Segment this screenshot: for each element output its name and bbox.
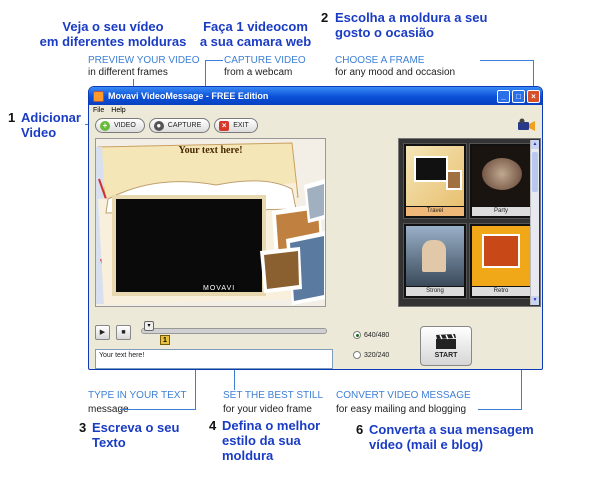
play-button[interactable]: ▶: [95, 325, 110, 340]
still-caption-sub: for your video frame: [223, 404, 312, 415]
frame-thumb-party[interactable]: Party: [469, 143, 533, 219]
travel-frame-image: [406, 146, 464, 206]
preview-caption-en: PREVIEW YOUR VIDEO: [88, 55, 200, 66]
add-annotation-pt-text: Adicionar Video: [21, 110, 81, 140]
radio-320[interactable]: [353, 351, 361, 359]
frame-artwork: [96, 139, 325, 306]
frame-annotation-pt-text: Escolha a moldura a seu gosto o ocasião: [335, 10, 488, 40]
video-button[interactable]: + VIDEO: [95, 118, 145, 133]
connector-capture-h: [205, 60, 223, 61]
still-annotation-pt-text: Defina o melhor estilo da sua moldura: [222, 418, 321, 463]
capture-annotation-pt: Faça 1 videocom a sua camara web: [193, 19, 318, 49]
frame-text-overlay: Your text here!: [178, 145, 243, 156]
start-button[interactable]: START: [420, 326, 472, 366]
movavi-watermark: MOVAVI: [200, 285, 239, 292]
frame-thumb-retro[interactable]: Retro: [469, 223, 533, 299]
app-window: Movavi VideoMessage - FREE Edition _ □ ×…: [88, 86, 543, 370]
strong-frame-image: [406, 226, 464, 286]
video-camera-icon: [518, 118, 535, 131]
timeline-handle[interactable]: ▾: [144, 321, 154, 331]
add-video-icon: +: [100, 120, 110, 131]
frame-caption-sub: for any mood and occasion: [335, 67, 456, 78]
preview-caption-sub: in different frames: [88, 67, 168, 78]
frame-caption-en: CHOOSE A FRAME: [335, 55, 425, 66]
radio-640[interactable]: [353, 331, 361, 339]
webcam-icon: ●: [153, 120, 164, 131]
text-annotation-pt-text: Escreva o seu Texto: [92, 420, 180, 450]
convert-caption-sub: for easy mailing and blogging: [336, 404, 467, 415]
scroll-down-icon[interactable]: ▼: [531, 296, 539, 305]
menu-file[interactable]: File: [93, 105, 104, 116]
scroll-up-icon[interactable]: ▲: [531, 140, 539, 149]
resolution-option-320[interactable]: 320/240: [353, 351, 389, 359]
frame-label-party: Party: [472, 207, 530, 216]
message-text-input[interactable]: Your text here!: [95, 349, 333, 369]
clapperboard-icon: [436, 333, 456, 349]
video-button-label: VIDEO: [114, 122, 136, 129]
text-caption-sub: message: [88, 404, 129, 415]
capture-caption-sub: from a webcam: [224, 67, 293, 78]
resolution-label-640: 640/480: [364, 331, 390, 339]
frame-annotation-pt: Escolha a moldura a seu gosto o ocasião: [335, 10, 487, 40]
stop-button[interactable]: ■: [116, 325, 131, 340]
menu-help[interactable]: Help: [111, 105, 125, 116]
step-number-3: 3: [79, 420, 87, 435]
frame-label-strong: Strong: [406, 287, 464, 296]
video-preview: Your text here! MOVAVI: [95, 138, 326, 307]
frame-label-travel: Travel: [406, 207, 464, 216]
capture-annotation-pt-text: Faça 1 videocom a sua camara web: [199, 19, 312, 49]
timeline-slider[interactable]: [141, 328, 327, 334]
resolution-label-320: 320/240: [364, 351, 390, 359]
start-button-label: START: [434, 351, 458, 359]
resolution-option-640[interactable]: 640/480: [353, 331, 389, 339]
minimize-button[interactable]: _: [497, 89, 510, 103]
exit-button-label: EXIT: [233, 122, 249, 129]
exit-icon: ×: [219, 120, 230, 131]
app-icon: [93, 90, 104, 102]
frame-label-retro: Retro: [472, 287, 530, 296]
window-title: Movavi VideoMessage - FREE Edition: [108, 91, 269, 101]
capture-caption-en: CAPTURE VIDEO: [224, 55, 306, 66]
add-annotation-pt: Adicionar Video: [21, 110, 81, 140]
convert-annotation-pt-text: Converta a sua mensagem vídeo (mail e bl…: [369, 422, 534, 452]
close-button[interactable]: ×: [527, 89, 540, 103]
capture-button-label: CAPTURE: [167, 122, 202, 129]
frame-thumb-travel[interactable]: Travel: [403, 143, 467, 219]
capture-button[interactable]: ● CAPTURE: [148, 118, 211, 133]
menu-bar: File Help: [89, 105, 542, 116]
toolbar: + VIDEO ● CAPTURE × EXIT: [95, 118, 258, 133]
connector-text-h: [120, 409, 196, 410]
still-annotation-pt: Defina o melhor estilo da sua moldura: [222, 418, 320, 463]
preview-annotation-pt-text: Veja o seu vídeo em diferentes molduras: [39, 19, 187, 49]
text-caption-en: TYPE IN YOUR TEXT: [88, 390, 187, 401]
step-number-2: 2: [321, 10, 329, 25]
still-frame-marker[interactable]: 1: [160, 335, 170, 345]
title-bar: Movavi VideoMessage - FREE Edition _ □ ×: [89, 87, 542, 105]
step-number-1: 1: [8, 110, 16, 125]
frame-thumb-strong[interactable]: Strong: [403, 223, 467, 299]
retro-frame-image: [472, 226, 530, 286]
still-caption-en: SET THE BEST STILL: [223, 390, 324, 401]
maximize-button[interactable]: □: [512, 89, 525, 103]
connector-frame-h: [480, 60, 534, 61]
step-number-4: 4: [209, 418, 217, 433]
party-frame-image: [472, 146, 530, 206]
frame-gallery: Travel Party Strong Retro ▲ ▼: [398, 138, 541, 307]
exit-button[interactable]: × EXIT: [214, 118, 258, 133]
preview-annotation-pt: Veja o seu vídeo em diferentes molduras: [33, 19, 193, 49]
frame-gallery-scrollbar[interactable]: ▲ ▼: [530, 140, 539, 305]
convert-annotation-pt: Converta a sua mensagem vídeo (mail e bl…: [369, 422, 534, 452]
scroll-thumb[interactable]: [532, 152, 538, 192]
text-annotation-pt: Escreva o seu Texto: [92, 420, 179, 450]
step-number-6: 6: [356, 422, 364, 437]
convert-caption-en: CONVERT VIDEO MESSAGE: [336, 390, 471, 401]
connector-convert-h: [478, 409, 522, 410]
